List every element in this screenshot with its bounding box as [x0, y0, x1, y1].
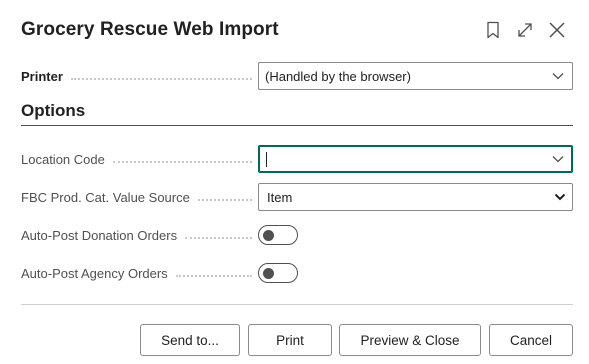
footer-divider [21, 304, 573, 305]
dotted-leader [185, 237, 252, 239]
dotted-leader [70, 78, 252, 80]
fbc-prod-cat-label-wrap: FBC Prod. Cat. Value Source [21, 190, 258, 205]
location-code-label: Location Code [21, 151, 105, 167]
bookmark-icon[interactable] [481, 18, 505, 42]
send-to-button[interactable]: Send to... [140, 324, 240, 356]
chevron-down-icon [552, 156, 564, 163]
chevron-down-icon [552, 73, 564, 80]
auto-post-donation-toggle[interactable] [258, 225, 298, 245]
auto-post-donation-label-wrap: Auto-Post Donation Orders [21, 228, 258, 243]
text-caret [266, 151, 267, 167]
toggle-knob [263, 230, 274, 241]
dialog-title: Grocery Rescue Web Import [21, 19, 279, 40]
print-button[interactable]: Print [248, 324, 332, 356]
fbc-prod-cat-select[interactable]: Item [258, 183, 573, 211]
fbc-prod-cat-value: Item [267, 189, 293, 205]
printer-value: (Handled by the browser) [265, 68, 411, 84]
section-title-options: Options [21, 101, 86, 120]
location-code-label-wrap: Location Code [21, 152, 258, 167]
cancel-button[interactable]: Cancel [489, 324, 573, 356]
section-divider [21, 125, 573, 126]
dotted-leader [175, 275, 252, 277]
auto-post-agency-toggle[interactable] [258, 263, 298, 283]
preview-close-button[interactable]: Preview & Close [339, 324, 481, 356]
dotted-leader [197, 199, 252, 201]
auto-post-agency-label: Auto-Post Agency Orders [21, 265, 168, 281]
auto-post-agency-label-wrap: Auto-Post Agency Orders [21, 266, 258, 281]
dotted-leader [112, 161, 252, 163]
expand-icon[interactable] [513, 18, 537, 42]
auto-post-donation-label: Auto-Post Donation Orders [21, 227, 178, 243]
printer-label-wrap: Printer [21, 69, 258, 84]
toggle-knob [263, 268, 274, 279]
location-code-input[interactable] [258, 145, 573, 173]
chevron-down-icon [554, 193, 566, 201]
printer-select[interactable]: (Handled by the browser) [258, 62, 573, 90]
fbc-prod-cat-label: FBC Prod. Cat. Value Source [21, 189, 190, 205]
printer-label: Printer [21, 68, 63, 84]
close-icon[interactable] [545, 18, 569, 42]
